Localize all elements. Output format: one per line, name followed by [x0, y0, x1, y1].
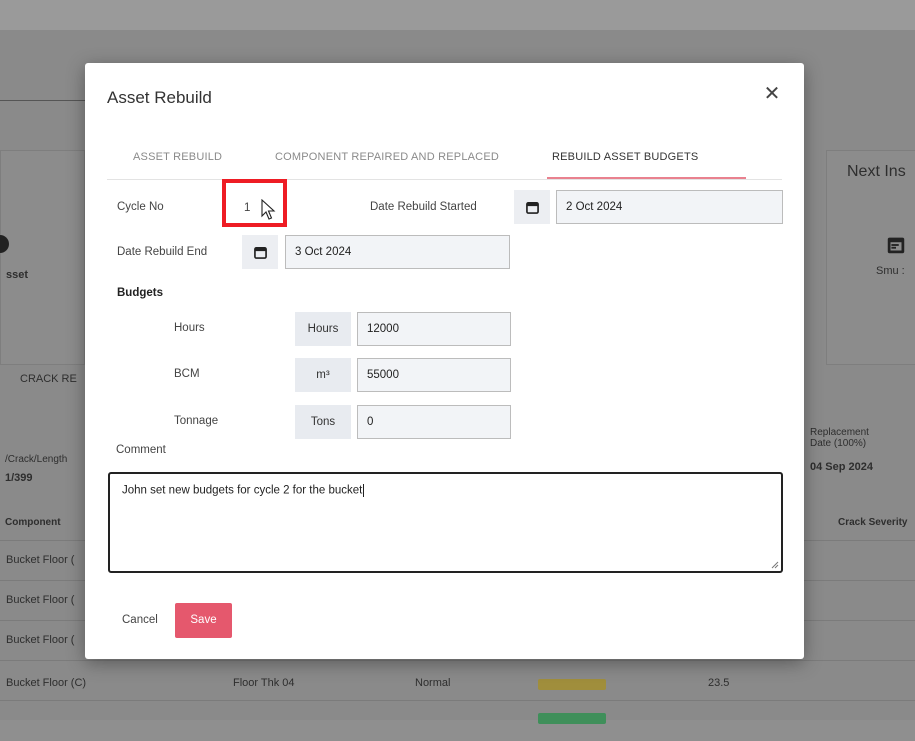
date-end-calendar-button[interactable]	[242, 235, 278, 269]
bcm-label: BCM	[174, 368, 200, 380]
resize-handle-icon[interactable]	[771, 561, 779, 569]
tab-asset-rebuild[interactable]: ASSET REBUILD	[133, 151, 222, 163]
background-smu-label: Smu :	[876, 265, 905, 277]
background-replacement-date-label: Replacement Date (100%)	[810, 427, 869, 449]
background-next-inspection: Next Ins	[847, 163, 906, 180]
budgets-heading: Budgets	[117, 287, 163, 299]
cancel-button[interactable]: Cancel	[122, 614, 158, 626]
bcm-input[interactable]: 55000	[357, 358, 511, 392]
calendar-icon	[253, 246, 267, 259]
background-circle-icon	[0, 235, 9, 253]
background-replacement-date-value: 04 Sep 2024	[810, 461, 873, 473]
background-crack-length-value: 1/399	[5, 472, 33, 484]
background-status-pill	[538, 713, 606, 724]
background-crack-severity-header: Crack Severity	[838, 517, 908, 528]
tonnage-input[interactable]: 0	[357, 405, 511, 439]
date-rebuild-started-label: Date Rebuild Started	[370, 201, 477, 213]
tab-component-repaired-replaced[interactable]: COMPONENT REPAIRED AND REPLACED	[275, 151, 499, 163]
background-component-header: Component	[5, 517, 61, 528]
background-calendar-icon	[887, 237, 905, 254]
asset-rebuild-dialog: Asset Rebuild ✕ ASSET REBUILD COMPONENT …	[85, 63, 804, 659]
mouse-cursor-icon	[261, 199, 276, 220]
hours-label: Hours	[174, 322, 205, 334]
date-rebuild-end-label: Date Rebuild End	[117, 246, 208, 258]
background-table-row: Bucket Floor (C) Floor Thk 04 Normal 23.…	[0, 660, 915, 701]
calendar-icon	[525, 201, 539, 214]
background-topbar	[0, 0, 915, 30]
background-select-underline	[0, 100, 90, 101]
background-card-left	[0, 150, 85, 365]
background-crack-tab: CRACK RE	[20, 373, 77, 385]
background-asset-label: sset	[6, 269, 29, 281]
comment-text: John set new budgets for cycle 2 for the…	[122, 484, 363, 497]
date-started-calendar-button[interactable]	[514, 190, 550, 224]
date-started-input[interactable]: 2 Oct 2024	[556, 190, 783, 224]
background-crack-length-header: /Crack/Length	[5, 454, 68, 465]
background-status-pill	[538, 679, 606, 690]
annotation-highlight-box	[222, 179, 287, 227]
background-table-row	[0, 700, 915, 741]
save-button[interactable]: Save	[175, 603, 232, 638]
hours-input[interactable]: 12000	[357, 312, 511, 346]
tonnage-label: Tonnage	[174, 415, 219, 427]
comment-label: Comment	[116, 444, 166, 456]
bcm-unit-addon: m³	[295, 358, 351, 392]
dialog-tabs: ASSET REBUILD COMPONENT REPAIRED AND REP…	[107, 141, 782, 180]
hours-unit-addon: Hours	[295, 312, 351, 346]
tab-rebuild-asset-budgets[interactable]: REBUILD ASSET BUDGETS	[552, 151, 698, 163]
dialog-title: Asset Rebuild	[107, 88, 212, 107]
date-end-input[interactable]: 3 Oct 2024	[285, 235, 510, 269]
comment-textarea[interactable]: John set new budgets for cycle 2 for the…	[108, 472, 783, 573]
active-tab-indicator	[547, 177, 746, 179]
tonnage-unit-addon: Tons	[295, 405, 351, 439]
cycle-no-label: Cycle No	[117, 201, 164, 213]
text-caret	[363, 484, 365, 497]
background-card-right	[826, 150, 915, 365]
close-icon[interactable]: ✕	[761, 83, 783, 105]
